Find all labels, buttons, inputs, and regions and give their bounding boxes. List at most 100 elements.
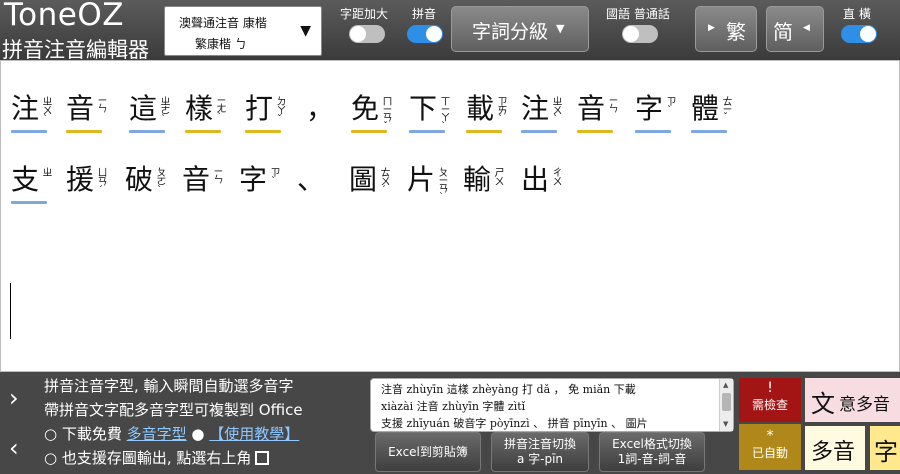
copy-to-clipboard-button[interactable]: Excel到剪貼簿	[375, 432, 481, 472]
info-line-3: ○ 下載免費 多音字型 ● 【使用教學】	[44, 422, 364, 446]
polyphone-underline	[409, 130, 445, 133]
polyphone-underline	[185, 130, 221, 133]
spacing-label: 字距加大	[340, 7, 389, 21]
preview-line: 注音 zhùyīn 這樣 zhèyàng 打 dǎ ， 免 miǎn 下載	[381, 383, 636, 396]
scroll-up-icon[interactable]: ▲	[723, 381, 728, 389]
editor-char[interactable]: 圖	[349, 166, 377, 194]
polyphone-extra-text: 字	[874, 438, 898, 466]
text-editor[interactable]: 注ㄓㄨˋ 音ㄧㄣ這ㄓㄜˋ 樣ㄧㄤˋ 打ㄉㄚˇ，免ㄇㄧㄢˇ 下ㄒㄧㄚˋ 載ㄗㄞˋ 注ㄓㄨˋ 音ㄧ…	[0, 60, 900, 372]
zhuyin-annotation: ㄧㄣ	[211, 167, 222, 183]
scroll-thumb[interactable]	[722, 393, 731, 411]
switch-button-label-1: 拼音注音切換	[503, 437, 576, 451]
editor-char[interactable]: 載	[466, 95, 494, 123]
polyphone-underline	[245, 130, 281, 133]
zhuyin-annotation: ㄗㄞˋ	[495, 96, 506, 124]
toggle-knob	[623, 26, 639, 42]
zhuyin-annotation: ㄆㄛˋ	[154, 167, 165, 195]
app-logo[interactable]: ToneOZ 拼音注音編輯器	[2, 0, 162, 62]
editor-char[interactable]: 下	[409, 95, 437, 123]
pinyin-zhuyin-switch-button[interactable]: 拼音注音切換 a 字-pīn	[491, 432, 589, 472]
bottom-bar: › ‹ 拼音注音字型, 輸入瞬間自動選多音字 帶拼音文字配多音字型可複製到 Of…	[0, 372, 900, 474]
toggle-knob	[426, 26, 442, 42]
dropdown-caret-icon: ▼	[300, 23, 311, 39]
editor-char[interactable]: 注	[11, 95, 39, 123]
editor-char[interactable]: 字	[635, 95, 663, 123]
editor-char[interactable]: 破	[125, 166, 153, 194]
excel-format-switch-button[interactable]: Excel格式切換 1詞-音-詞-音	[599, 432, 705, 472]
pinyin-preview-box[interactable]: 注音 zhùyīn 這樣 zhèyàng 打 dǎ ， 免 miǎn 下載 xi…	[370, 378, 734, 432]
copy-button-label: Excel到剪貼簿	[388, 445, 468, 459]
simplified-label: 简	[773, 20, 793, 44]
next-arrow-button[interactable]: ›	[9, 384, 19, 412]
app-name: ToneOZ	[4, 0, 124, 33]
editor-char[interactable]: 打	[245, 95, 273, 123]
zhuyin-annotation: ㄩㄢˊ	[95, 167, 106, 195]
zhuyin-annotation: ㄊㄨˊ	[378, 167, 389, 195]
editor-char[interactable]: 、	[297, 166, 325, 194]
spacing-toggle[interactable]	[349, 25, 385, 43]
preview-text: 注音 zhùyīn 這樣 zhèyàng 打 dǎ ， 免 miǎn 下載 xi…	[381, 381, 715, 432]
info-line-1: 拼音注音字型, 輸入瞬間自動選多音字	[44, 377, 294, 395]
editor-char[interactable]: 免	[351, 95, 379, 123]
toolbar: ToneOZ 拼音注音編輯器 澳聲通注音 康楷 繁康楷 ㄅ ▼ 字距加大 拼音 …	[0, 0, 900, 62]
orientation-toggle[interactable]	[841, 25, 877, 43]
editor-char[interactable]: ，	[306, 95, 334, 123]
simplified-button[interactable]: 简 ◀	[766, 6, 824, 52]
toggle-knob	[860, 26, 876, 42]
needs-check-button[interactable]: ! 需檢查	[739, 378, 801, 422]
needs-check-label: 需檢查	[751, 398, 788, 412]
zhuyin-annotation: ㄆㄧㄢˋ	[436, 167, 447, 202]
orientation-label: 直 橫	[843, 7, 871, 21]
polyphone-sample-char: 文	[811, 390, 835, 418]
info-line-2: 帶拼音文字配多音字型可複製到 Office	[44, 401, 303, 419]
editor-char[interactable]: 體	[691, 95, 719, 123]
editor-char[interactable]: 這	[129, 95, 157, 123]
arrow-left-icon: ◀	[803, 23, 810, 33]
editor-char[interactable]: 片	[407, 166, 435, 194]
editor-char[interactable]: 音	[577, 95, 605, 123]
language-toggle[interactable]	[622, 25, 658, 43]
zhuyin-annotation: ㄗˋ	[664, 96, 675, 115]
download-font-link[interactable]: 多音字型	[127, 425, 187, 443]
excel-button-label-1: Excel格式切換	[612, 437, 692, 451]
pinyin-toggle[interactable]	[407, 25, 443, 43]
editor-char[interactable]: 出	[521, 166, 549, 194]
language-label: 國語 普通話	[606, 7, 670, 21]
toggle-knob	[350, 26, 366, 42]
zhuyin-annotation: ㄓㄨˋ	[550, 96, 561, 124]
editor-char[interactable]: 音	[182, 166, 210, 194]
font-select[interactable]: 澳聲通注音 康楷 繁康楷 ㄅ ▼	[164, 6, 322, 56]
exclamation-icon: !	[767, 380, 773, 396]
editor-char[interactable]: 援	[66, 166, 94, 194]
preview-line: xiàzài 注音 zhùyīn 字體 zìtǐ	[381, 400, 526, 413]
polyphone-legend-extra: 字	[870, 426, 900, 470]
font-select-line1: 澳聲通注音 康楷	[179, 16, 267, 30]
switch-button-label-2: a 字-pīn	[516, 452, 564, 466]
polyphone-underline	[351, 130, 387, 133]
zhuyin-annotation: ㄓㄜˋ	[158, 96, 169, 124]
traditional-button[interactable]: ▶ 繁	[695, 6, 757, 52]
text-cursor	[10, 283, 11, 339]
external-link-icon[interactable]	[255, 451, 270, 465]
polyphone-underline	[66, 130, 102, 133]
editor-char[interactable]: 注	[521, 95, 549, 123]
editor-char[interactable]: 樣	[185, 95, 213, 123]
scroll-down-icon[interactable]: ▼	[723, 420, 728, 428]
auto-selected-label: 已自動	[751, 446, 788, 460]
polyphone-sample-text: 意多音	[839, 395, 890, 415]
tutorial-link[interactable]: 【使用教學】	[209, 425, 299, 443]
editor-char[interactable]: 音	[66, 95, 94, 123]
auto-selected-button[interactable]: * 已自動	[739, 424, 801, 470]
preview-scrollbar[interactable]: ▲ ▼	[719, 379, 733, 431]
zhuyin-annotation: ㄓ	[40, 167, 51, 176]
level-dropdown-button[interactable]: 字詞分級 ▼	[451, 6, 589, 52]
zhuyin-annotation: ㄕㄨ	[492, 167, 503, 185]
prev-arrow-button[interactable]: ‹	[9, 434, 19, 462]
editor-char[interactable]: 字	[239, 166, 267, 194]
zhuyin-annotation: ㄇㄧㄢˇ	[380, 96, 391, 131]
editor-char[interactable]: 支	[11, 166, 39, 194]
polyphone-underline	[635, 130, 671, 133]
zhuyin-annotation: ㄗˋ	[268, 167, 279, 186]
editor-char[interactable]: 輸	[463, 166, 491, 194]
polyphone-underline	[691, 130, 727, 133]
